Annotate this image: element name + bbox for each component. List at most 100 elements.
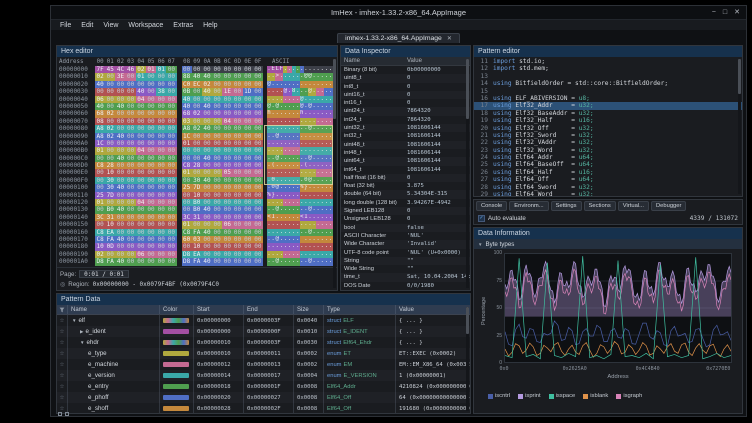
- hex-byte[interactable]: 00: [232, 162, 242, 169]
- byte-types-section[interactable]: ▼ Byte types: [474, 239, 742, 249]
- hex-byte[interactable]: D8: [182, 258, 192, 265]
- hex-byte[interactable]: 00: [105, 88, 115, 95]
- hex-byte[interactable]: 00: [136, 177, 146, 184]
- hex-byte[interactable]: 00: [202, 236, 212, 243]
- col-type[interactable]: Type: [324, 305, 396, 314]
- ascii-char[interactable]: .: [328, 221, 332, 228]
- hex-byte[interactable]: 00: [156, 110, 166, 117]
- hex-byte[interactable]: 00: [126, 184, 136, 191]
- hex-byte[interactable]: 00: [232, 177, 242, 184]
- inspector-row[interactable]: half float (16 bit)0: [341, 174, 470, 182]
- inspector-row[interactable]: boolfalse: [341, 224, 470, 232]
- hex-byte[interactable]: 00: [202, 169, 212, 176]
- hex-grid[interactable]: 000000007F454C46020101000000000000000000…: [57, 66, 337, 267]
- hex-byte[interactable]: 28: [105, 162, 115, 169]
- pattern-row[interactable]: ☆▼ehdr0x000000100x0000003F0x0030structEl…: [57, 337, 470, 348]
- hex-byte[interactable]: 00: [136, 155, 146, 162]
- hex-byte[interactable]: 04: [136, 147, 146, 154]
- code-line[interactable]: 15: [474, 88, 742, 95]
- editor-scrollbar-thumb[interactable]: [738, 59, 741, 94]
- hex-byte[interactable]: 00: [115, 229, 125, 236]
- hex-byte[interactable]: 00: [222, 206, 232, 213]
- hex-byte[interactable]: 00: [222, 103, 232, 110]
- col-end[interactable]: End: [244, 305, 294, 314]
- hex-byte[interactable]: 00: [126, 229, 136, 236]
- code-editor[interactable]: 11import std.io;12import std.mem;1314usi…: [474, 57, 742, 196]
- ascii-char[interactable]: .: [328, 199, 332, 206]
- inspector-row[interactable]: Signed LEB1280: [341, 207, 470, 215]
- hex-byte[interactable]: 00: [166, 162, 176, 169]
- hex-byte[interactable]: 00: [136, 81, 146, 88]
- hex-byte[interactable]: 02: [105, 110, 115, 117]
- hex-byte[interactable]: 00: [243, 229, 253, 236]
- hex-byte[interactable]: 00: [166, 184, 176, 191]
- hex-byte[interactable]: 00: [95, 177, 105, 184]
- ascii-char[interactable]: .: [328, 155, 332, 162]
- code-line[interactable]: 12import std.mem;: [474, 65, 742, 72]
- ascii-char[interactable]: .: [328, 169, 332, 176]
- hex-byte[interactable]: 60: [182, 236, 192, 243]
- hex-byte[interactable]: 00: [115, 88, 125, 95]
- console-tab-debugger[interactable]: Debugger: [651, 201, 686, 211]
- hex-byte[interactable]: 00: [243, 96, 253, 103]
- hex-byte[interactable]: 10: [105, 169, 115, 176]
- hex-byte[interactable]: 00: [126, 214, 136, 221]
- inspector-row[interactable]: int64_t1081606144: [341, 166, 470, 174]
- hex-byte[interactable]: 00: [253, 199, 263, 206]
- hex-byte[interactable]: 40: [95, 103, 105, 110]
- hex-byte[interactable]: 00: [222, 147, 232, 154]
- hex-byte[interactable]: 00: [202, 221, 212, 228]
- hex-byte[interactable]: 00: [115, 177, 125, 184]
- hex-byte[interactable]: 00: [146, 133, 156, 140]
- hex-byte[interactable]: D8: [182, 251, 192, 258]
- ascii-char[interactable]: .: [328, 206, 332, 213]
- hex-byte[interactable]: 00: [232, 206, 242, 213]
- hex-byte[interactable]: 00: [243, 258, 253, 265]
- pattern-row[interactable]: ☆e_phoff0x000000200x000000270x0008Elf64_…: [57, 392, 470, 403]
- hex-byte[interactable]: 00: [243, 192, 253, 199]
- hex-byte[interactable]: 00: [232, 258, 242, 265]
- hex-byte[interactable]: 02: [192, 110, 202, 117]
- hex-byte[interactable]: 02: [95, 73, 105, 80]
- ascii-char[interactable]: .: [328, 214, 332, 221]
- hex-byte[interactable]: 01: [146, 66, 156, 73]
- hex-byte[interactable]: 40: [202, 258, 212, 265]
- hex-byte[interactable]: 00: [202, 214, 212, 221]
- menu-item-help[interactable]: Help: [198, 22, 222, 29]
- hex-byte[interactable]: 00: [222, 214, 232, 221]
- inspector-row[interactable]: time_tSat, 10.04.2004 14:12:24: [341, 273, 470, 281]
- ascii-char[interactable]: .: [328, 73, 332, 80]
- pattern-data-scrollbar[interactable]: [466, 307, 469, 411]
- hex-byte[interactable]: 00: [136, 162, 146, 169]
- hex-byte[interactable]: 00: [212, 184, 222, 191]
- hex-byte[interactable]: D8: [95, 258, 105, 265]
- hex-byte[interactable]: EC: [192, 81, 202, 88]
- hex-byte[interactable]: 00: [192, 133, 202, 140]
- hex-byte[interactable]: 00: [156, 258, 166, 265]
- hex-byte[interactable]: 00: [146, 199, 156, 206]
- hex-byte[interactable]: 00: [253, 243, 263, 250]
- hex-byte[interactable]: 00: [95, 88, 105, 95]
- hex-byte[interactable]: 00: [146, 73, 156, 80]
- inspector-row[interactable]: uint48_t1081606144: [341, 141, 470, 149]
- hex-byte[interactable]: 00: [115, 125, 125, 132]
- hex-byte[interactable]: C8: [182, 229, 192, 236]
- hex-byte[interactable]: 05: [222, 169, 232, 176]
- hex-byte[interactable]: 00: [222, 199, 232, 206]
- hex-byte[interactable]: 00: [212, 96, 222, 103]
- hex-byte[interactable]: 00: [232, 81, 242, 88]
- hex-byte[interactable]: A8: [95, 125, 105, 132]
- hex-byte[interactable]: 00: [126, 118, 136, 125]
- inspector-row[interactable]: Binary (8 bit)0b00000000: [341, 66, 470, 74]
- hex-byte[interactable]: 00: [146, 206, 156, 213]
- hex-byte[interactable]: B0: [192, 206, 202, 213]
- hex-byte[interactable]: 40: [182, 96, 192, 103]
- code-line[interactable]: 14using BitfieldOrder = std::core::Bitfi…: [474, 80, 742, 87]
- hex-byte[interactable]: 00: [212, 81, 222, 88]
- inspector-row[interactable]: int24_t7864320: [341, 116, 470, 124]
- hex-byte[interactable]: 00: [166, 192, 176, 199]
- code-line[interactable]: 24using Elf64_Addr = u64;: [474, 154, 742, 161]
- console-tab-environm[interactable]: Environm...: [509, 201, 548, 211]
- hex-byte[interactable]: 1C: [95, 140, 105, 147]
- hex-byte[interactable]: 00: [212, 169, 222, 176]
